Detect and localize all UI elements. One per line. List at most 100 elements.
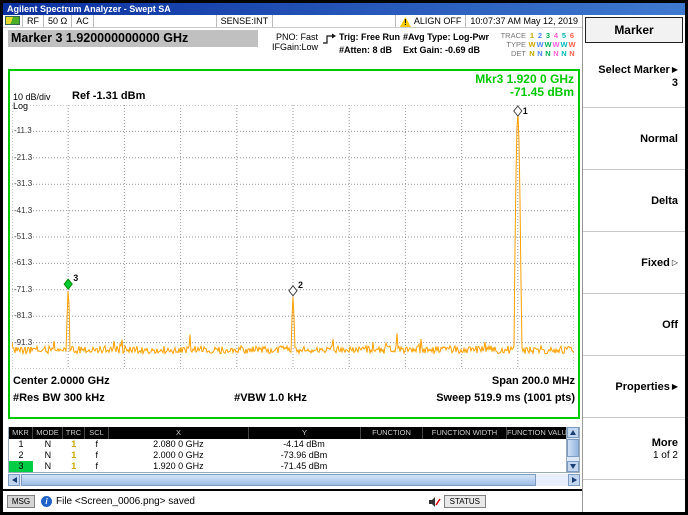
scroll-right-button[interactable] [568,474,580,486]
softkey-panel: Marker Select Marker▶3NormalDeltaFixed▷O… [582,15,685,512]
cell-y: -4.14 dBm [248,439,360,450]
cell-trc: 1 [63,439,85,450]
trace-row-label: TRACE [500,31,526,40]
col-header-y: Y [249,427,361,439]
graph-bottom-row-1: Center 2.0000 GHz Span 200.0 MHz [13,375,575,387]
cell-y: -73.96 dBm [248,450,360,461]
y-axis-label: -81.3 [13,311,33,320]
marker-3-label: 3 [73,273,78,283]
trigger-block: Trig: Free Run #Atten: 8 dB [339,32,400,55]
scale-type-label: Log [13,101,28,111]
cell-fw [422,461,506,472]
trace-3-value: 3 [544,31,552,40]
trace-numbers-row: TRACE123456 [500,31,582,40]
type-1-value: W [528,40,536,49]
cell-trc: 1 [63,450,85,461]
cell-trc: 1 [63,461,85,472]
speaker-mute-icon [428,496,441,508]
average-block: #Avg Type: Log-Pwr Ext Gain: -0.69 dB [403,32,489,55]
align-status: !ALIGN OFF [396,15,467,27]
cell-mkr: 1 [9,439,33,450]
cell-mkr: 3 [9,461,33,472]
res-bw-label: #Res BW 300 kHz [13,392,105,404]
marker-table-header: MKRMODETRCSCLXYFUNCTIONFUNCTION WIDTHFUN… [9,427,579,439]
softkey-sub-label: 1 of 2 [653,450,678,461]
window-title: Agilent Spectrum Analyzer - Swept SA [7,4,171,14]
softkey-delta[interactable]: Delta [583,170,685,232]
y-axis-label: -31.3 [13,179,33,188]
y-axis-label: -71.3 [13,285,33,294]
softkey-normal[interactable]: Normal [583,108,685,170]
det-4-value: N [552,49,560,58]
cell-scl: f [85,439,109,450]
det-3-value: N [544,49,552,58]
scroll-down-button[interactable] [567,461,579,472]
vertical-scroll-track[interactable] [567,438,579,461]
datetime-display: 10:07:37 AM May 12, 2019 [466,15,582,27]
type-3-value: W [544,40,552,49]
col-header-scl: SCL [85,427,109,439]
status-spacer [94,15,217,27]
col-header-function: FUNCTION [361,427,423,439]
marker-table-row[interactable]: 1N1f2.080 0 GHz-4.14 dBm [9,439,566,450]
softkey-label: Normal [640,133,678,145]
det-1-value: N [528,49,536,58]
trace-6-value: 6 [568,31,576,40]
marker-2-diamond[interactable] [289,286,297,296]
cell-mode: N [33,439,63,450]
msg-label: MSG [7,495,35,508]
softkey-select-marker[interactable]: Select Marker▶3 [583,46,685,108]
status-footer: MSG i File <Screen_0006.png> saved STATU… [3,489,582,512]
marker-table-row[interactable]: 2N1f2.000 0 GHz-73.96 dBm [9,450,566,461]
info-icon: i [41,496,52,507]
spectrum-analyzer-window: Agilent Spectrum Analyzer - Swept SA RF … [0,0,688,515]
cell-fv [505,439,566,450]
marker-3-diamond[interactable] [64,279,72,289]
horizontal-scroll-track[interactable] [20,474,568,486]
marker-1-label: 1 [523,106,528,116]
y-axis-label: -41.3 [13,206,33,215]
y-axis-label: -21.3 [13,153,33,162]
softkey-label: Delta [651,195,678,207]
y-axis-label: -91.3 [13,338,33,347]
vertical-scroll-thumb[interactable] [567,439,579,457]
cell-fv [505,461,566,472]
marker-table-row[interactable]: 3N1f1.920 0 GHz-71.45 dBm [9,461,566,472]
trigger-slope-icon [322,33,337,46]
cell-mkr: 2 [9,450,33,461]
det-row-label: DET [500,49,526,58]
marker-table: MKRMODETRCSCLXYFUNCTIONFUNCTION WIDTHFUN… [8,427,580,473]
trigger-setting: Trig: Free Run [339,32,400,42]
input-port-indicator: RF [23,15,44,27]
type-6-value: W [568,40,576,49]
agilent-logo-icon [3,15,23,27]
table-horizontal-scrollbar[interactable] [8,474,580,486]
softkey-fixed[interactable]: Fixed▷ [583,232,685,294]
table-vertical-scrollbar[interactable] [566,427,579,472]
spectrum-trace [12,114,574,354]
softkey-more[interactable]: More1 of 2 [583,418,685,480]
pno-block: PNO: Fast IFGain:Low [256,32,318,52]
trace-1-value: 1 [528,31,536,40]
cell-scl: f [85,461,109,472]
scroll-left-button[interactable] [8,474,20,486]
col-header-function-width: FUNCTION WIDTH [423,427,507,439]
horizontal-scroll-thumb[interactable] [21,474,536,486]
cell-x: 1.920 0 GHz [109,461,249,472]
ext-gain-setting: Ext Gain: -0.69 dB [403,45,489,55]
det-5-value: N [560,49,568,58]
ref-level-label: Ref -1.31 dBm [72,90,145,102]
y-axis-label: -11.3 [13,126,33,135]
impedance-indicator: 50 Ω [44,15,72,27]
softkey-properties[interactable]: Properties▶ [583,356,685,418]
softkey-off[interactable]: Off [583,294,685,356]
col-header-x: X [109,427,249,439]
softkey-label: Select Marker▶ [598,64,678,76]
marker-1-diamond[interactable] [514,106,522,116]
video-bw-label: #VBW 1.0 kHz [234,392,307,404]
filled-arrow-icon: ▶ [672,382,678,391]
status-message: File <Screen_0006.png> saved [56,496,195,507]
graticule-grid [12,105,574,369]
ifgain-setting: IFGain:Low [256,42,318,52]
scroll-up-button[interactable] [567,427,579,438]
